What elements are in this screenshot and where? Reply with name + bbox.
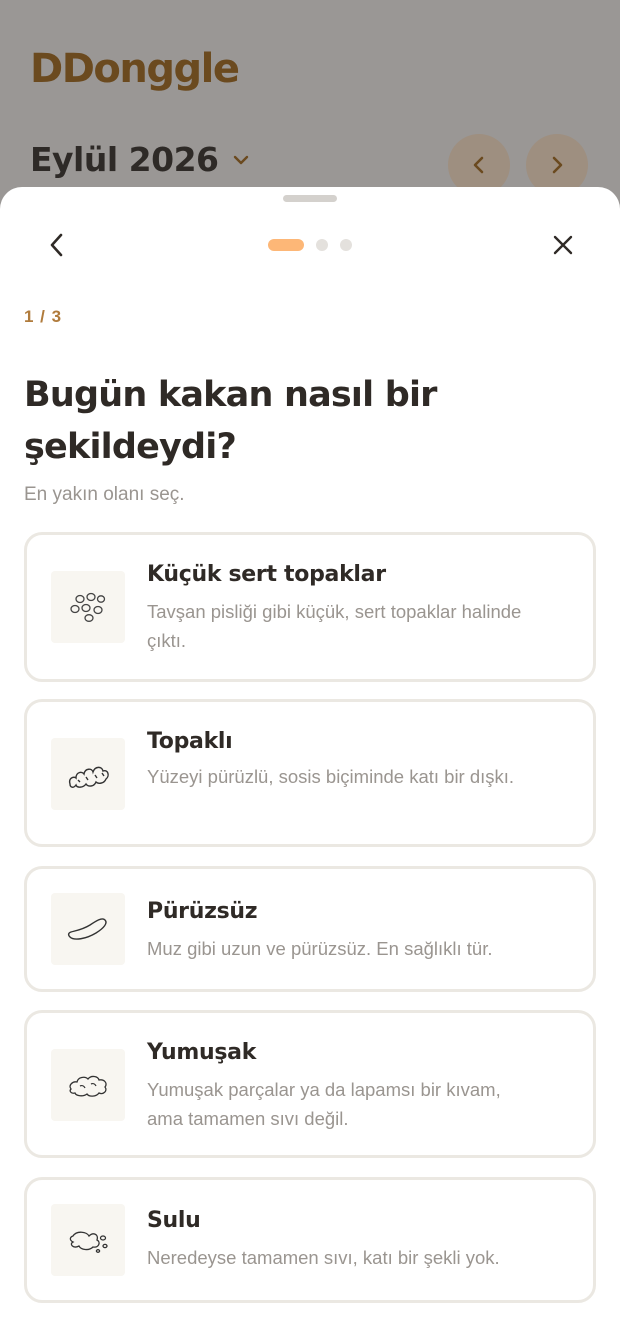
option-description: Tavşan pisliği gibi küçük, sert topaklar…: [147, 601, 522, 651]
soft-icon: [51, 1049, 125, 1121]
sheet-header: [0, 223, 620, 267]
chevron-left-icon: [473, 156, 484, 174]
step-progress-dots: [268, 239, 352, 251]
option-description: Muz gibi uzun ve pürüzsüz. En sağlıklı t…: [147, 938, 493, 959]
chevron-left-icon: [50, 233, 63, 257]
option-description: Yüzeyi pürüzlü, sosis biçiminde katı bir…: [147, 766, 515, 787]
month-label: Eylül 2026: [30, 140, 219, 179]
close-icon: [553, 235, 573, 255]
chevron-right-icon: [552, 156, 563, 174]
pellets-icon: [51, 571, 125, 643]
sheet-grabber[interactable]: [283, 195, 337, 202]
smooth-icon: [51, 893, 125, 965]
month-selector[interactable]: Eylül 2026: [30, 140, 251, 179]
app-logo: DDonggle: [30, 46, 240, 92]
step-counter: 1 / 3: [24, 307, 63, 326]
watery-icon: [51, 1204, 125, 1276]
step-dot: [340, 239, 352, 251]
back-button[interactable]: [38, 225, 78, 265]
option-description: Neredeyse tamamen sıvı, katı bir şekli y…: [147, 1247, 500, 1268]
option-title: Küçük sert topaklar: [147, 562, 386, 587]
lumpy-icon: [51, 738, 125, 810]
stool-type-sheet: 1 / 3 Bugün kakan nasıl bir şekildeydi? …: [0, 187, 620, 1342]
option-small-hard-lumps[interactable]: Küçük sert topaklar Tavşan pisliği gibi …: [24, 532, 596, 682]
close-button[interactable]: [543, 225, 583, 265]
option-soft[interactable]: Yumuşak Yumuşak parçalar ya da lapamsı b…: [24, 1010, 596, 1158]
option-lumpy[interactable]: Topaklı Yüzeyi pürüzlü, sosis biçiminde …: [24, 699, 596, 847]
option-description: Yumuşak parçalar ya da lapamsı bir kıvam…: [147, 1079, 501, 1129]
step-dot-active: [268, 239, 304, 251]
option-title: Topaklı: [147, 729, 233, 754]
option-watery[interactable]: Sulu Neredeyse tamamen sıvı, katı bir şe…: [24, 1177, 596, 1303]
step-dot: [316, 239, 328, 251]
option-title: Sulu: [147, 1208, 201, 1233]
question-title: Bugün kakan nasıl bir şekildeydi?: [24, 375, 437, 467]
option-title: Pürüzsüz: [147, 899, 258, 924]
chevron-down-icon: [233, 155, 248, 164]
option-smooth[interactable]: Pürüzsüz Muz gibi uzun ve pürüzsüz. En s…: [24, 866, 596, 992]
question-hint: En yakın olanı seç.: [24, 484, 185, 505]
option-title: Yumuşak: [147, 1040, 257, 1065]
